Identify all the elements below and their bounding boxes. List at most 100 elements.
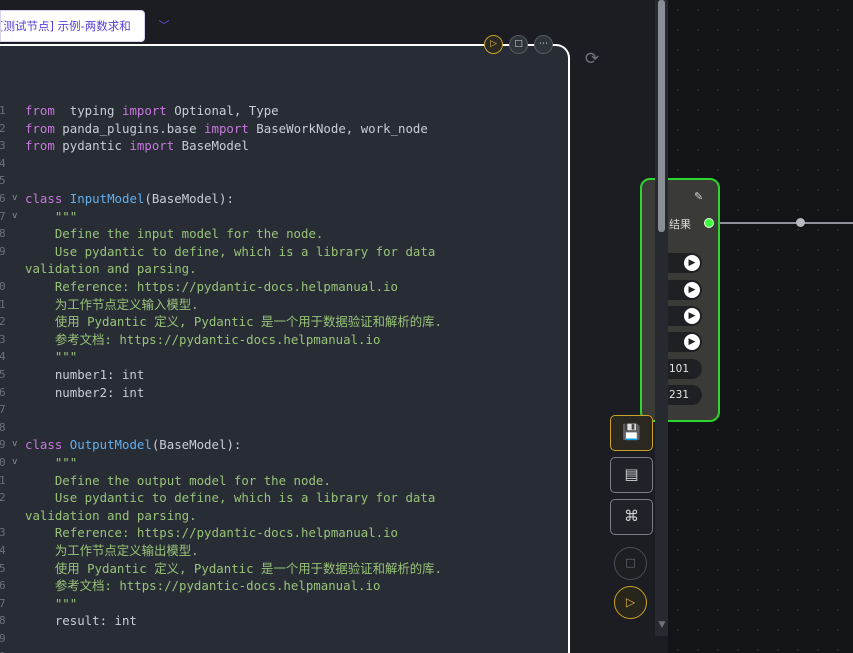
code-token: number2: int bbox=[25, 384, 145, 400]
run-button[interactable]: ▷ bbox=[614, 586, 647, 619]
line-number: 3 bbox=[0, 331, 9, 348]
save-icon: 💾 bbox=[622, 423, 641, 441]
arrow-right-icon[interactable]: ▶ bbox=[684, 308, 700, 324]
code-token: typing bbox=[54, 103, 122, 118]
code-text: validation and parsing. bbox=[25, 260, 197, 277]
scrollbar-thumb[interactable] bbox=[658, 0, 665, 232]
line-number: 8 bbox=[0, 225, 9, 242]
code-text: 参考文档: https://pydantic-docs.helpmanual.i… bbox=[25, 331, 381, 348]
code-token: validation and parsing. bbox=[25, 261, 197, 277]
code-text: number1: int bbox=[25, 366, 145, 383]
code-token: import bbox=[121, 103, 167, 118]
code-token: InputModel bbox=[69, 191, 145, 206]
line-number: 1 bbox=[0, 472, 9, 489]
connection-edge bbox=[712, 222, 853, 224]
code-token: 为工作节点定义输出模型. bbox=[25, 543, 199, 558]
code-text: Use pydantic to define, which is a libra… bbox=[25, 243, 435, 260]
code-text: """ bbox=[25, 348, 77, 365]
code-token: BaseModel bbox=[174, 138, 249, 154]
code-token: 使用 Pydantic 定义, Pydantic 是一个用于数据验证和解析的库. bbox=[25, 560, 442, 576]
code-token: """ bbox=[25, 595, 78, 611]
code-text: """ bbox=[25, 454, 77, 471]
line-number: 9 bbox=[0, 243, 9, 260]
line-number: 7 bbox=[0, 595, 9, 612]
fold-chevron-icon[interactable]: v bbox=[12, 454, 17, 471]
fold-chevron-icon[interactable]: v bbox=[12, 190, 17, 207]
more-icon[interactable]: ⋯ bbox=[534, 35, 553, 54]
code-editor[interactable]: 1 from typing import Optional, Type 2 from … bbox=[0, 44, 570, 653]
output-port[interactable] bbox=[704, 218, 714, 228]
code-token: 参考文档: https://pydantic-docs.helpmanual.i… bbox=[25, 578, 381, 594]
stop-icon: □ bbox=[625, 556, 636, 569]
code-token: OutputModel bbox=[69, 437, 152, 453]
code-token: """ bbox=[25, 349, 78, 365]
code-text: class OutputModel(BaseModel): bbox=[25, 436, 241, 453]
code-text: 为工作节点定义输入模型. bbox=[25, 296, 199, 313]
line-number: 2 bbox=[0, 120, 9, 137]
line-number: 6 bbox=[0, 384, 9, 401]
line-number: 6 bbox=[0, 577, 9, 594]
line-number: 5 bbox=[0, 172, 9, 189]
edge-midpoint-handle[interactable] bbox=[796, 218, 805, 227]
code-text: 使用 Pydantic 定义, Pydantic 是一个用于数据验证和解析的库. bbox=[25, 560, 442, 577]
code-text: from panda_plugins.base import BaseWorkN… bbox=[25, 120, 428, 137]
editor-actions: ▷ □ ⋯ bbox=[484, 35, 553, 55]
line-number: 2 bbox=[0, 489, 9, 506]
code-text: 为工作节点定义输出模型. bbox=[25, 542, 199, 559]
fold-chevron-icon[interactable]: v bbox=[12, 208, 17, 225]
code-token: Reference: https://pydantic-docs.helpman… bbox=[25, 525, 398, 541]
code-token: from bbox=[25, 120, 55, 136]
stop-icon[interactable]: □ bbox=[509, 35, 528, 54]
param-value: 101 bbox=[669, 363, 690, 375]
refresh-icon[interactable]: ⟳ bbox=[582, 49, 602, 69]
arrow-right-icon[interactable]: ▶ bbox=[684, 282, 700, 298]
line-number: 5 bbox=[0, 560, 9, 577]
status-strip bbox=[570, 636, 668, 653]
run-icon[interactable]: ▷ bbox=[484, 35, 503, 54]
code-text: class InputModel(BaseModel): bbox=[25, 190, 234, 207]
param-value: 231 bbox=[669, 389, 690, 401]
scroll-down-icon[interactable]: ▼ bbox=[656, 620, 668, 634]
line-number: 7 bbox=[0, 208, 9, 225]
code-token: Define the input model for the node. bbox=[25, 226, 324, 242]
line-number: 3 bbox=[0, 524, 9, 541]
code-token: """ bbox=[25, 455, 78, 470]
command-button[interactable]: ⌘ bbox=[610, 499, 653, 535]
code-token: Use pydantic to define, which is a libra… bbox=[25, 490, 436, 506]
fold-chevron-icon[interactable]: v bbox=[12, 436, 17, 453]
code-token: BaseWorkNode, work_node bbox=[248, 120, 428, 136]
chevron-down-icon[interactable]: ﹀ bbox=[156, 18, 172, 34]
line-number: 9 bbox=[0, 630, 9, 647]
arrow-right-icon[interactable]: ▶ bbox=[684, 334, 700, 350]
code-token: number1: int bbox=[25, 367, 145, 382]
code-token: Use pydantic to define, which is a libra… bbox=[25, 243, 436, 259]
node-title-tab[interactable]: [测试节点] 示例-两数求和 bbox=[0, 10, 145, 42]
line-number: 8 bbox=[0, 612, 9, 629]
layout-icon: ▤ bbox=[624, 465, 639, 483]
code-text: from typing import Optional, Type bbox=[25, 102, 279, 119]
code-text: from pydantic import BaseModel bbox=[25, 137, 249, 154]
save-button[interactable]: 💾 bbox=[610, 415, 653, 451]
code-token: Reference: https://pydantic-docs.helpman… bbox=[25, 279, 398, 294]
code-token: class bbox=[25, 437, 63, 453]
line-number: 9 bbox=[0, 436, 9, 453]
code-text: Define the output model for the node. bbox=[25, 472, 331, 489]
line-number: 4 bbox=[0, 155, 9, 172]
code-text: Use pydantic to define, which is a libra… bbox=[25, 489, 435, 506]
play-icon: ▷ bbox=[625, 595, 636, 609]
code-token: 使用 Pydantic 定义, Pydantic 是一个用于数据验证和解析的库. bbox=[25, 314, 442, 330]
code-token: import bbox=[204, 120, 249, 136]
code-text: result: int bbox=[25, 612, 137, 629]
arrow-right-icon[interactable]: ▶ bbox=[684, 255, 700, 271]
code-token: Define the output model for the node. bbox=[25, 472, 331, 488]
stop-button[interactable]: □ bbox=[614, 547, 647, 580]
code-text: 使用 Pydantic 定义, Pydantic 是一个用于数据验证和解析的库. bbox=[25, 313, 442, 330]
code-token: class bbox=[25, 191, 63, 206]
code-text: Reference: https://pydantic-docs.helpman… bbox=[25, 524, 398, 541]
code-text: Define the input model for the node. bbox=[25, 225, 324, 242]
code-token: from bbox=[25, 103, 55, 118]
code-text: """ bbox=[25, 208, 77, 225]
code-token: result: int bbox=[25, 613, 137, 629]
layout-button[interactable]: ▤ bbox=[610, 457, 653, 493]
edit-icon[interactable]: ✎ bbox=[694, 190, 708, 204]
